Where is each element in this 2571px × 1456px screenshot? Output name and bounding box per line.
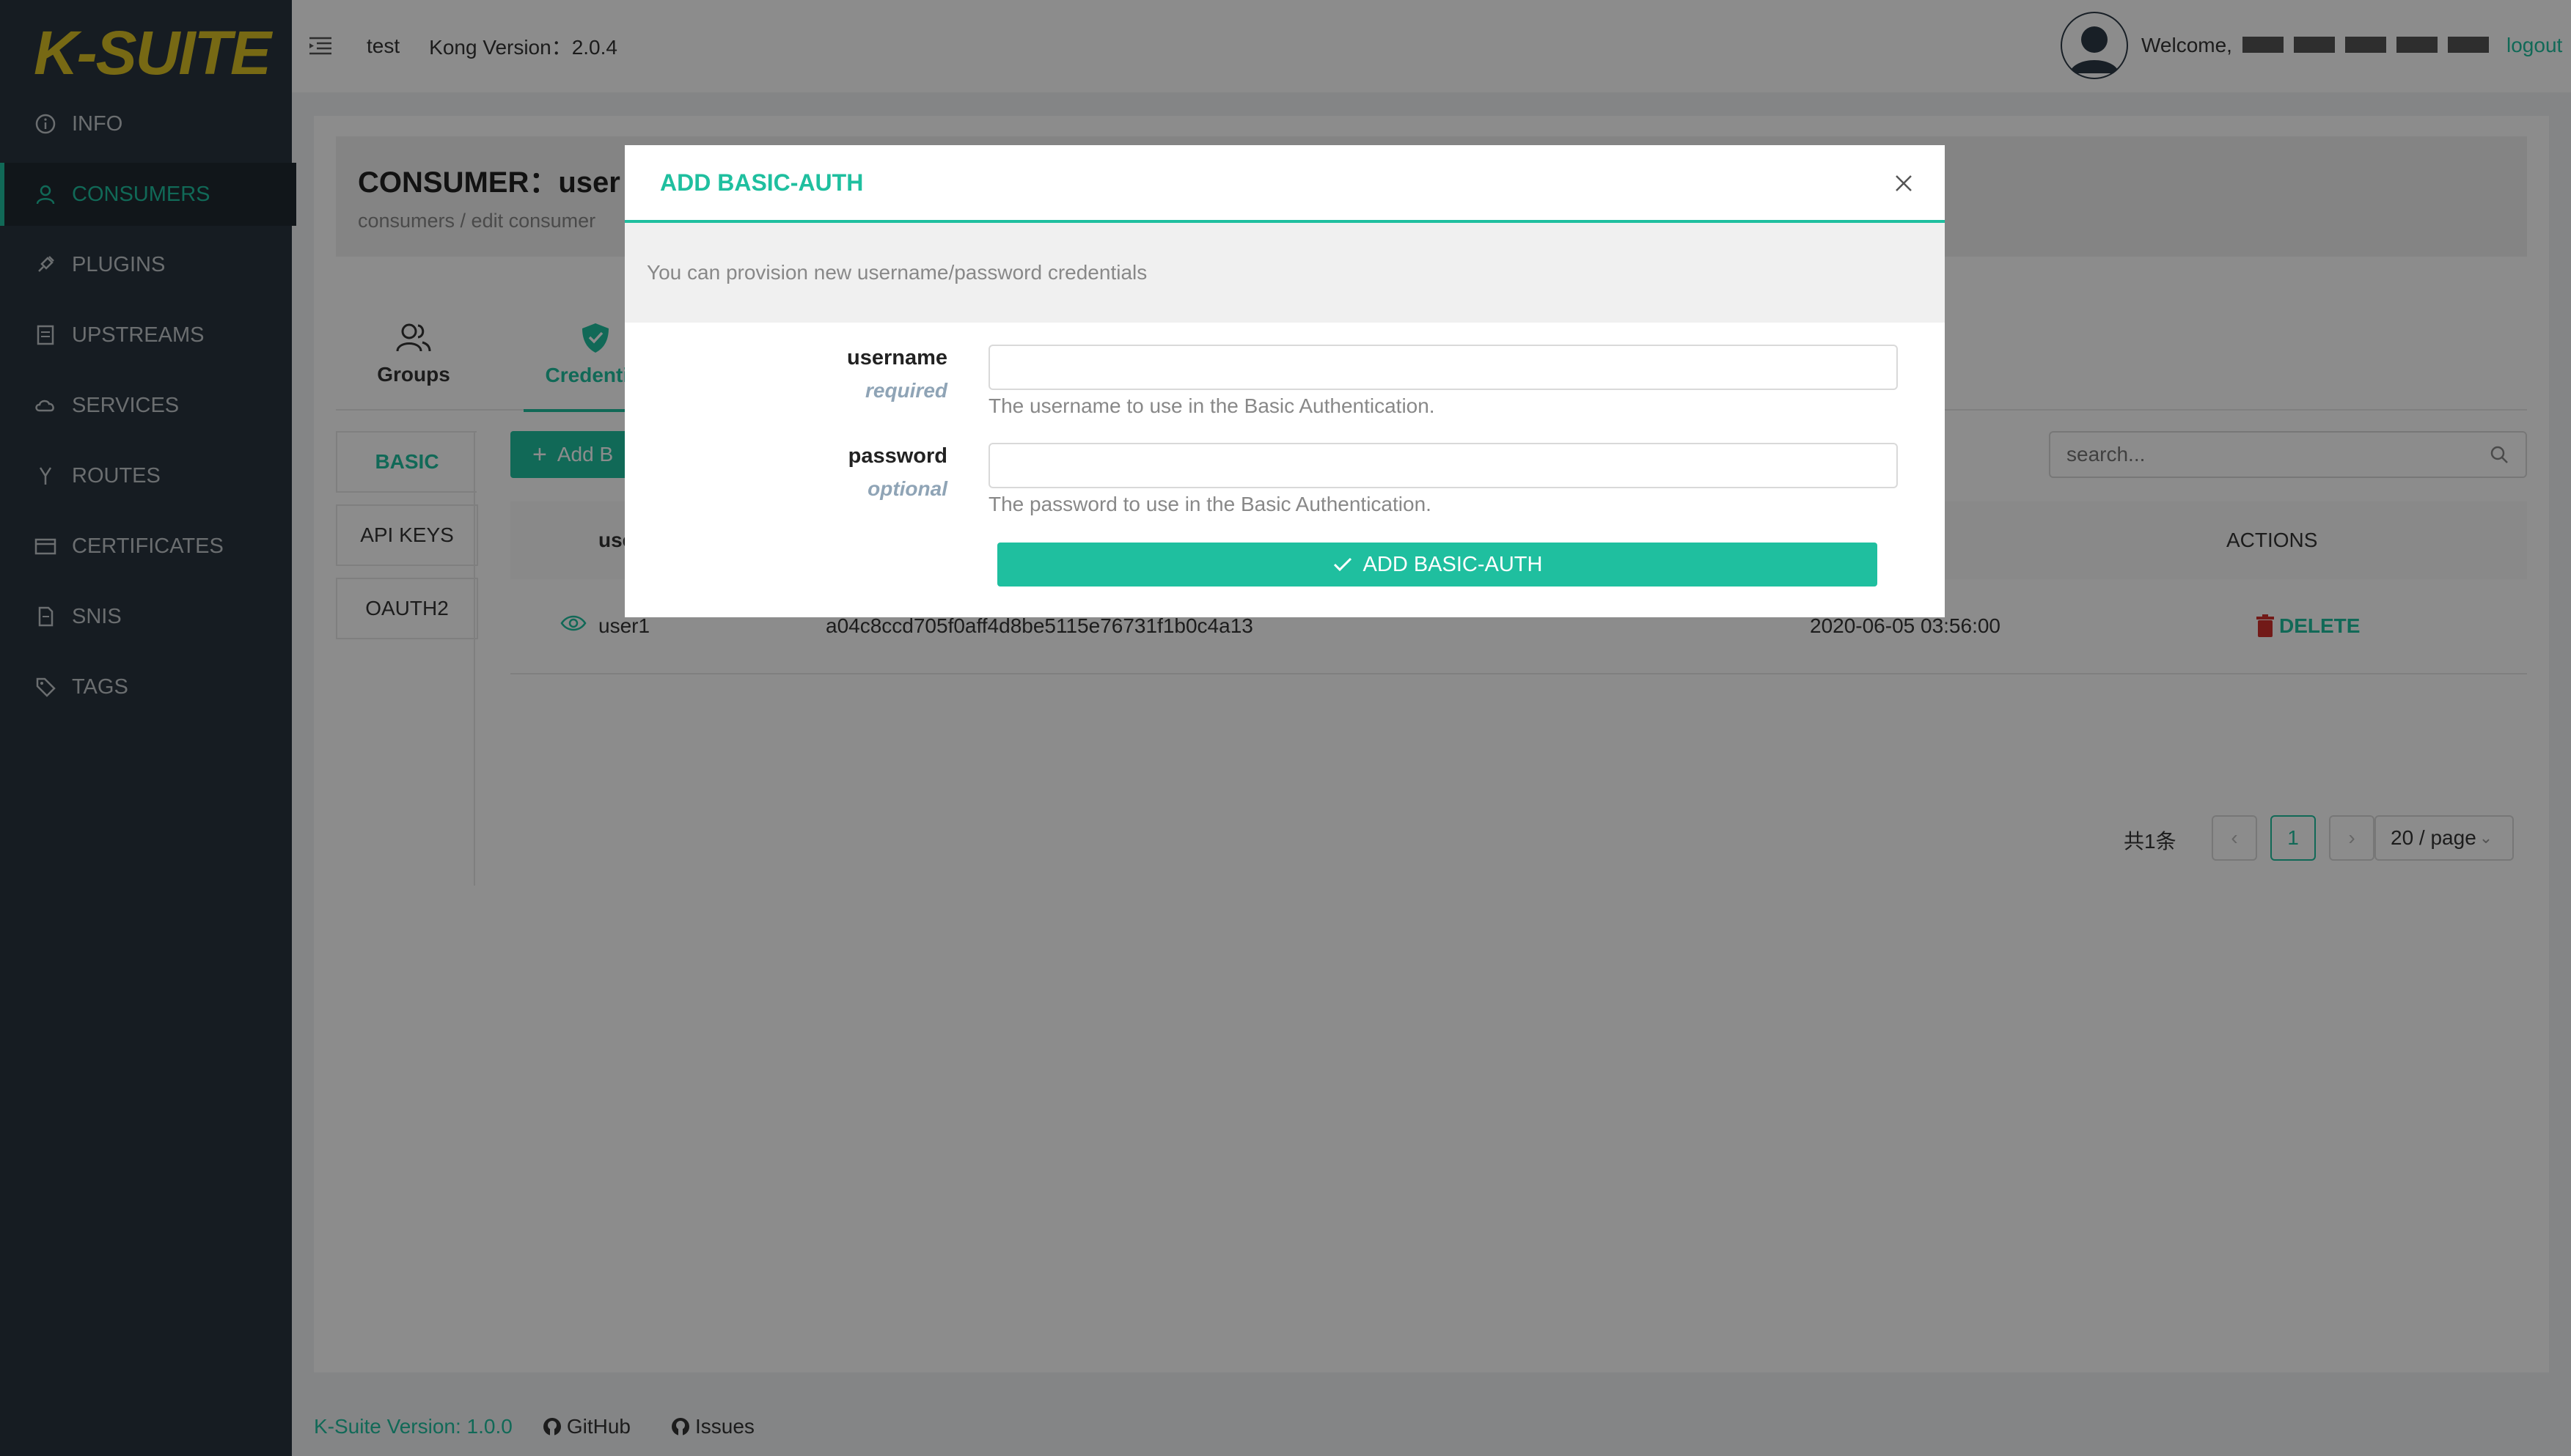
password-label-group: password optional	[625, 444, 947, 501]
password-help: The password to use in the Basic Authent…	[989, 493, 1431, 515]
modal-header: ADD BASIC-AUTH	[625, 145, 1945, 223]
modal-title: ADD BASIC-AUTH	[660, 169, 864, 196]
add-basic-auth-button[interactable]: ADD BASIC-AUTH	[997, 543, 1877, 587]
username-qualifier: required	[865, 379, 947, 402]
add-basic-auth-modal: ADD BASIC-AUTH You can provision new use…	[625, 145, 1945, 617]
close-icon[interactable]	[1890, 170, 1917, 196]
modal-description: You can provision new username/password …	[625, 223, 1945, 323]
username-label: username	[846, 346, 947, 369]
password-qualifier: optional	[868, 477, 947, 500]
username-help: The username to use in the Basic Authent…	[989, 394, 1435, 417]
username-label-group: username required	[625, 346, 947, 402]
username-input[interactable]	[989, 345, 1898, 390]
check-icon	[1333, 557, 1351, 572]
submit-label: ADD BASIC-AUTH	[1362, 552, 1543, 576]
password-input[interactable]	[989, 443, 1898, 488]
password-label: password	[848, 444, 947, 468]
